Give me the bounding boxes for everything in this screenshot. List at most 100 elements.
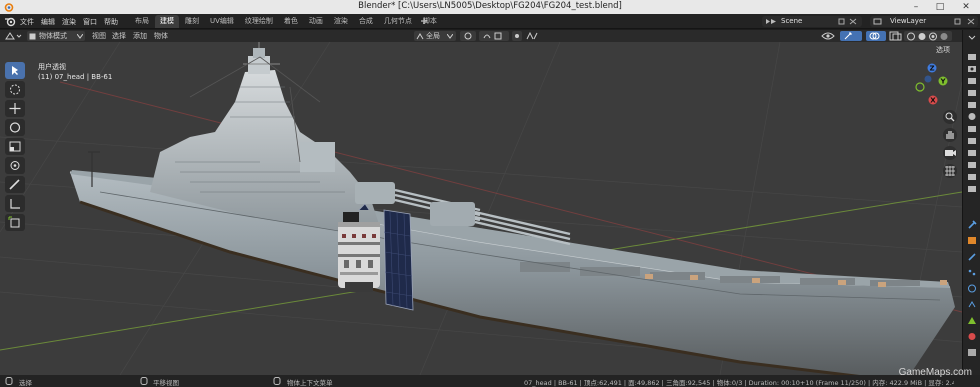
- tab-geometry-nodes[interactable]: 几何节点: [379, 15, 417, 28]
- gizmo-z-label: Z: [929, 65, 934, 73]
- perspective-toggle-button[interactable]: [943, 164, 957, 178]
- tool-shelf: [5, 62, 27, 233]
- gizmo-toggle[interactable]: [840, 31, 862, 41]
- 3d-viewport[interactable]: 用户透视 (11) 07_head | BB-61 Z Y X 选项: [0, 42, 962, 375]
- transform-icon: [10, 161, 20, 170]
- scene-selector[interactable]: Scene: [762, 16, 862, 27]
- tab-texture-paint[interactable]: 纹理绘制: [240, 15, 278, 28]
- editor-type-icon[interactable]: [4, 31, 22, 41]
- falloff-icon[interactable]: [526, 32, 538, 40]
- workspace-tabs: 布局 建模 雕刻 UV编辑 纹理绘制 着色 动画 渲染 合成 几何节点 脚本: [130, 15, 442, 28]
- view-layer-properties-icon[interactable]: [967, 88, 977, 97]
- add-cube-icon: [8, 216, 20, 228]
- proportional-edit-toggle[interactable]: [512, 31, 522, 41]
- status-context-menu: 物体上下文菜单: [287, 379, 333, 387]
- gizmo-neg-y-axis[interactable]: [915, 82, 925, 92]
- collection-properties-icon[interactable]: [967, 124, 977, 133]
- annotate-tool[interactable]: [5, 176, 25, 193]
- move-tool[interactable]: [5, 100, 25, 117]
- overlays-toggle[interactable]: [866, 31, 886, 41]
- zoom-button[interactable]: [943, 110, 957, 124]
- modifiers-icon[interactable]: [967, 252, 977, 261]
- modifier-wrench-icon[interactable]: [967, 220, 977, 229]
- add-workspace-icon[interactable]: [420, 17, 428, 25]
- particles-properties-icon[interactable]: [967, 148, 977, 157]
- shading-modes-icon[interactable]: [906, 32, 950, 41]
- pivot-point-button[interactable]: [460, 31, 476, 41]
- menu-edit[interactable]: 编辑: [41, 17, 55, 27]
- tab-shading[interactable]: 着色: [279, 15, 303, 28]
- visibility-filter-icon[interactable]: [820, 31, 836, 41]
- constraints-properties-icon[interactable]: [967, 172, 977, 181]
- scale-icon: [9, 141, 21, 152]
- snap-icon: [483, 32, 502, 40]
- mode-selector[interactable]: 物体模式: [27, 31, 85, 41]
- properties-menu-icon[interactable]: [967, 32, 977, 41]
- rotate-tool[interactable]: [5, 119, 25, 136]
- navigation-gizmo[interactable]: Z Y X: [912, 62, 948, 117]
- camera-view-button[interactable]: [943, 146, 957, 160]
- maximize-button[interactable]: □: [928, 0, 952, 14]
- pan-button[interactable]: [943, 128, 957, 142]
- view-layer-actions-icon[interactable]: [954, 18, 976, 25]
- tab-animation[interactable]: 动画: [304, 15, 328, 28]
- physics-icon[interactable]: [967, 284, 977, 293]
- close-button[interactable]: ✕: [954, 0, 978, 14]
- tab-compositing[interactable]: 合成: [354, 15, 378, 28]
- properties-tab-strip: [962, 30, 980, 375]
- menu-view[interactable]: 视图: [92, 31, 106, 41]
- proportional-icon: [515, 34, 519, 38]
- object-mode-icon: [29, 33, 36, 40]
- render-properties-icon[interactable]: [967, 64, 977, 73]
- cursor-tool[interactable]: [5, 81, 25, 98]
- xray-toggle-icon[interactable]: [889, 31, 903, 41]
- view-layer-selector[interactable]: ViewLayer: [870, 16, 978, 27]
- tab-rendering[interactable]: 渲染: [329, 15, 353, 28]
- chevron-down-icon: [77, 34, 83, 39]
- top-menu-bar: 文件 编辑 渲染 窗口 帮助 布局 建模 雕刻 UV编辑 纹理绘制 着色 动画 …: [0, 14, 980, 29]
- object-data-icon[interactable]: [967, 316, 977, 325]
- options-dropdown[interactable]: 选项: [936, 45, 950, 55]
- texture-properties-icon[interactable]: [967, 136, 977, 145]
- texture-icon[interactable]: [967, 348, 977, 357]
- minimize-button[interactable]: –: [904, 0, 928, 14]
- object-properties-icon[interactable]: [967, 236, 977, 245]
- tool-settings-icon[interactable]: [967, 52, 977, 61]
- menu-select[interactable]: 选择: [112, 31, 126, 41]
- add-cube-tool[interactable]: [5, 214, 25, 231]
- physics-properties-icon[interactable]: [967, 160, 977, 169]
- menu-help[interactable]: 帮助: [104, 17, 118, 27]
- material-icon[interactable]: [967, 332, 977, 341]
- scale-tool[interactable]: [5, 138, 25, 155]
- snap-toggle[interactable]: [479, 31, 509, 41]
- viewport-info: 用户透视 (11) 07_head | BB-61: [38, 62, 112, 82]
- output-properties-icon[interactable]: [967, 76, 977, 85]
- data-properties-icon[interactable]: [967, 184, 977, 193]
- particles-icon[interactable]: [967, 268, 977, 277]
- menu-render[interactable]: 渲染: [62, 17, 76, 27]
- menu-add[interactable]: 添加: [133, 31, 147, 41]
- scene-statistics: 07_head | BB-61 | 顶点:62,491 | 面:49,862 |…: [524, 379, 954, 387]
- status-select: 选择: [19, 379, 32, 387]
- menu-file[interactable]: 文件: [20, 17, 34, 27]
- tab-uv-editing[interactable]: UV编辑: [205, 15, 239, 28]
- tab-sculpting[interactable]: 雕刻: [180, 15, 204, 28]
- world-properties-icon[interactable]: [967, 112, 977, 121]
- blender-menu-icon[interactable]: [4, 16, 16, 27]
- menu-object[interactable]: 物体: [154, 31, 168, 41]
- transform-tool[interactable]: [5, 157, 25, 174]
- transform-orientation-selector[interactable]: 全局: [414, 31, 456, 41]
- active-object-info: (11) 07_head | BB-61: [38, 73, 113, 81]
- menu-window[interactable]: 窗口: [83, 17, 97, 27]
- scene-properties-icon[interactable]: [967, 100, 977, 109]
- tab-modeling[interactable]: 建模: [155, 15, 179, 28]
- object-constraints-icon[interactable]: [967, 300, 977, 309]
- measure-tool[interactable]: [5, 195, 25, 212]
- select-box-tool[interactable]: [5, 62, 25, 79]
- pivot-icon: [464, 32, 472, 40]
- battleship-model[interactable]: [69, 42, 955, 375]
- scene-actions-icon[interactable]: [838, 18, 858, 25]
- gizmo-icon: [844, 32, 852, 40]
- gizmo-neg-z-axis[interactable]: [924, 75, 932, 83]
- tab-layout[interactable]: 布局: [130, 15, 154, 28]
